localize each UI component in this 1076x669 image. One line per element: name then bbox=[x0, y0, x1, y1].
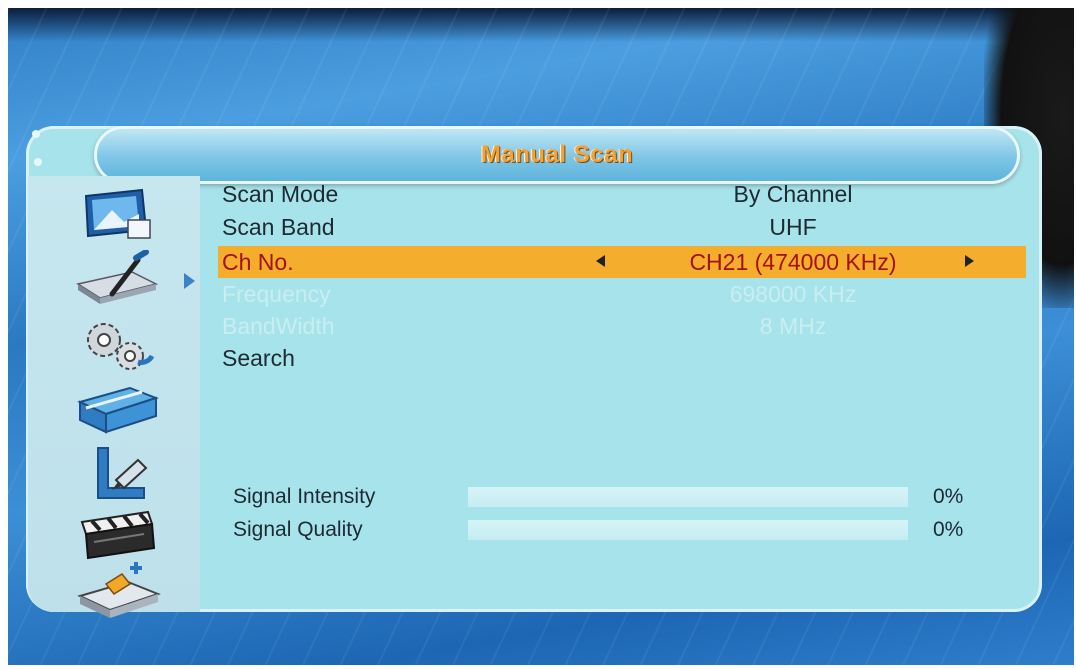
scan-band-row[interactable]: Scan Band UHF bbox=[218, 211, 1026, 243]
storage-usb-icon[interactable] bbox=[72, 560, 162, 620]
media-clapper-icon[interactable] bbox=[72, 502, 162, 562]
bandwidth-row: BandWidth 8 MHz bbox=[218, 310, 1026, 342]
frequency-label: Frequency bbox=[222, 281, 331, 307]
arrow-right-icon[interactable] bbox=[965, 255, 974, 267]
menu-icon-sidebar bbox=[28, 176, 200, 618]
tools-toolbox-icon[interactable] bbox=[72, 380, 162, 440]
signal-intensity-percent: 0% bbox=[933, 485, 964, 508]
title-bar: Manual Scan bbox=[94, 126, 1020, 184]
bandwidth-label: BandWidth bbox=[222, 313, 335, 339]
signal-quality-label: Signal Quality bbox=[233, 518, 363, 541]
channel-number-label: Ch No. bbox=[222, 249, 294, 275]
parental-ruler-icon[interactable] bbox=[72, 442, 162, 502]
frequency-row: Frequency 698000 KHz bbox=[218, 278, 1026, 310]
bandwidth-value: 8 MHz bbox=[759, 313, 827, 339]
tv-screen: Manual Scan Scan Mode By Channel Scan Ba… bbox=[8, 8, 1074, 665]
dialog-title: Manual Scan bbox=[480, 141, 634, 168]
scan-band-label: Scan Band bbox=[222, 214, 335, 240]
signal-intensity-bar bbox=[468, 487, 908, 507]
system-gears-icon[interactable] bbox=[72, 316, 162, 376]
scan-mode-label: Scan Mode bbox=[222, 181, 339, 207]
signal-quality-percent: 0% bbox=[933, 518, 964, 541]
sidebar-selection-arrow-icon bbox=[184, 273, 195, 289]
signal-intensity-label: Signal Intensity bbox=[233, 485, 376, 508]
corner-dot bbox=[32, 130, 40, 138]
scan-mode-value: By Channel bbox=[733, 181, 853, 207]
signal-quality: Signal Quality 0% bbox=[233, 516, 993, 546]
signal-intensity: Signal Intensity 0% bbox=[233, 483, 993, 513]
channel-number-value: CH21 (474000 KHz) bbox=[689, 249, 897, 275]
search-row[interactable]: Search bbox=[218, 342, 1026, 374]
corner-dot bbox=[34, 158, 42, 166]
signal-quality-bar bbox=[468, 520, 908, 540]
picture-icon[interactable] bbox=[72, 186, 162, 246]
scan-band-value: UHF bbox=[769, 214, 817, 240]
channel-number-row[interactable]: Ch No. CH21 (474000 KHz) bbox=[218, 246, 1026, 278]
installation-dish-icon[interactable] bbox=[72, 250, 162, 310]
frequency-value: 698000 KHz bbox=[729, 281, 857, 307]
search-label: Search bbox=[222, 345, 295, 371]
scan-mode-row[interactable]: Scan Mode By Channel bbox=[218, 178, 1026, 210]
